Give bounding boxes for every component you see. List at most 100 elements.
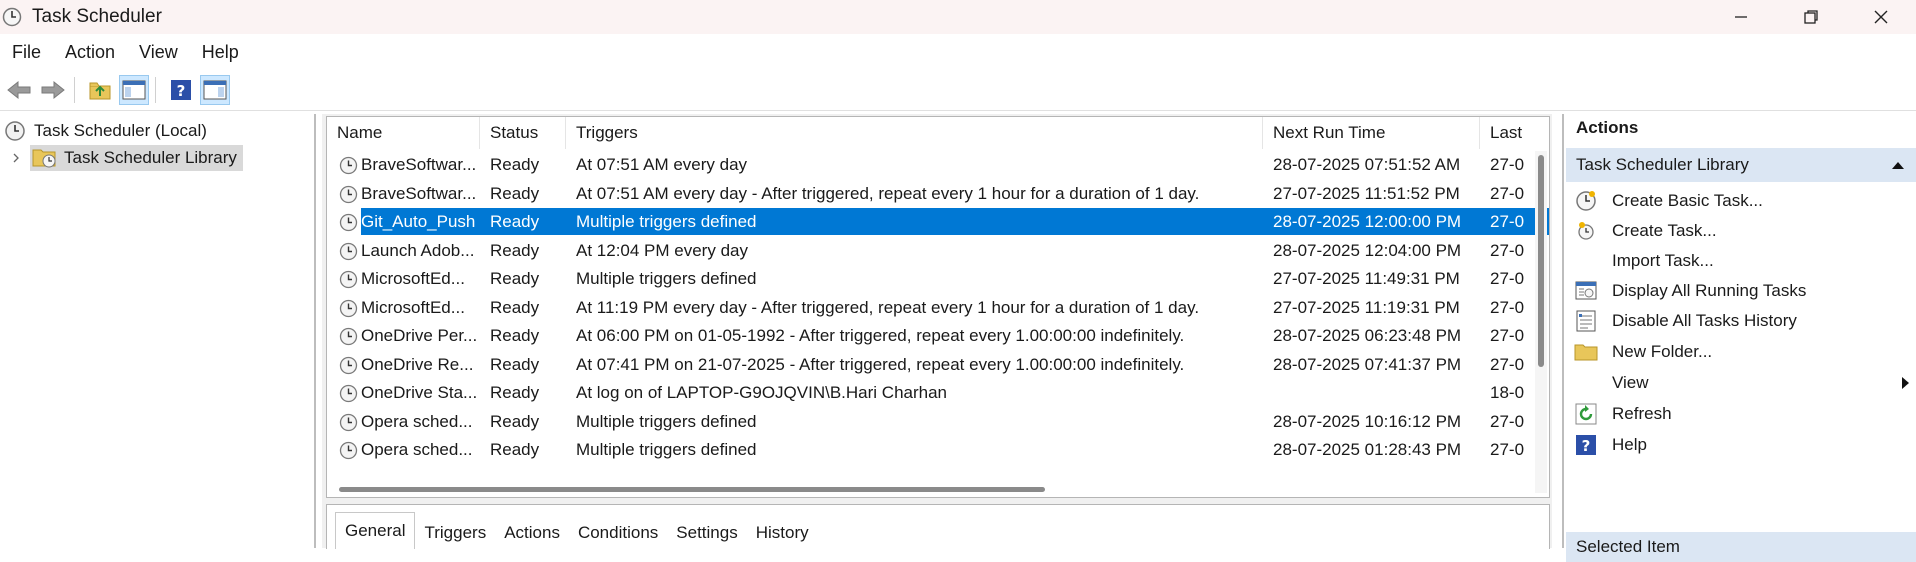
action-display-all-running-tasks[interactable]: Display All Running Tasks: [1574, 276, 1914, 306]
task-row[interactable]: OneDrive Per... Ready At 06:00 PM on 01-05…: [327, 322, 1527, 351]
action-help[interactable]: ? Help: [1574, 430, 1914, 460]
task-triggers-cell: At 06:00 PM on 01-05-1992 - After trigge…: [576, 326, 1185, 345]
actions-pane-title: Actions: [1576, 118, 1639, 137]
minimize-icon: [1735, 16, 1747, 18]
task-name-cell: BraveSoftwar...: [361, 183, 477, 203]
show-hide-action-pane-button[interactable]: [200, 75, 230, 105]
back-button[interactable]: [4, 75, 34, 105]
task-row[interactable]: OneDrive Sta... Ready At log on of LAPTOP-…: [327, 379, 1527, 408]
task-name-cell: Opera sched...: [361, 411, 473, 431]
task-next-run-cell: 28-07-2025 10:16:12 PM: [1273, 411, 1462, 431]
task-row[interactable]: Launch Adob... Ready At 12:04 PM every day…: [327, 237, 1527, 266]
new-folder-icon: [1574, 344, 1598, 361]
vertical-scrollbar[interactable]: [1535, 151, 1547, 493]
task-clock-icon: [339, 270, 358, 289]
task-last-cell: 27-0: [1490, 269, 1525, 288]
help-button[interactable]: ?: [166, 75, 196, 105]
show-hide-console-tree-button[interactable]: [119, 75, 149, 105]
refresh-icon: [1575, 403, 1597, 425]
tree-item-task-scheduler-local[interactable]: Task Scheduler (Local): [4, 118, 207, 144]
minimize-button[interactable]: [1706, 0, 1776, 34]
actions-section-header[interactable]: Task Scheduler Library: [1566, 148, 1916, 182]
actions-pane: Actions Task Scheduler Library Create Ba…: [1562, 114, 1916, 562]
task-row[interactable]: MicrosoftEd... Ready At 11:19 PM every day…: [327, 294, 1527, 323]
column-header-next-run-time[interactable]: Next Run Time: [1263, 117, 1480, 149]
toolbar: ?: [0, 70, 1916, 111]
task-name-cell: OneDrive Re...: [361, 354, 474, 374]
forward-button[interactable]: [38, 75, 68, 105]
task-next-run-cell: 28-07-2025 07:51:52 AM: [1273, 155, 1461, 174]
action-new-folder[interactable]: New Folder...: [1574, 337, 1914, 367]
actions-section-label: Task Scheduler Library: [1576, 155, 1749, 174]
restore-icon: [1804, 10, 1818, 24]
console-tree: Task Scheduler (Local) Task Scheduler Li…: [0, 114, 316, 548]
task-next-run-cell: 27-07-2025 11:49:31 PM: [1273, 269, 1460, 288]
task-triggers-cell: At log on of LAPTOP-G9OJQVIN\B.Hari Char…: [576, 383, 948, 402]
task-next-run-cell: 28-07-2025 07:41:37 PM: [1273, 354, 1462, 374]
menu-help[interactable]: Help: [190, 42, 251, 63]
task-row[interactable]: OneDrive Re... Ready At 07:41 PM on 21-07-…: [327, 351, 1527, 380]
column-header-last-run-time[interactable]: Last: [1480, 117, 1549, 149]
menu-action[interactable]: Action: [53, 42, 127, 63]
task-status-cell: Ready: [490, 297, 540, 317]
tab-history[interactable]: History: [747, 517, 818, 549]
up-folder-button[interactable]: [85, 75, 115, 105]
task-row[interactable]: Git_Auto_Push Ready Multiple triggers defi…: [327, 208, 1549, 237]
task-row[interactable]: BraveSoftwar... Ready At 07:51 AM every da…: [327, 151, 1527, 180]
task-clock-icon: [339, 384, 358, 403]
task-last-cell: 27-0: [1490, 240, 1525, 260]
action-create-task[interactable]: Create Task...: [1574, 216, 1914, 246]
menu-view[interactable]: View: [127, 42, 190, 63]
menu-file[interactable]: File: [0, 42, 53, 63]
vertical-scrollbar-thumb[interactable]: [1538, 155, 1544, 367]
task-last-cell: 27-0: [1490, 440, 1525, 459]
help-icon: ?: [1576, 435, 1596, 455]
task-last-cell: 27-0: [1490, 212, 1525, 231]
task-row[interactable]: Opera sched... Ready Multiple triggers def…: [327, 436, 1527, 465]
chevron-right-icon[interactable]: [10, 152, 22, 164]
horizontal-scrollbar[interactable]: [327, 483, 1527, 495]
task-clock-icon: [339, 327, 358, 346]
action-refresh[interactable]: Refresh: [1574, 399, 1914, 429]
task-triggers-cell: At 12:04 PM every day: [576, 240, 748, 260]
running-tasks-icon: [1575, 281, 1597, 300]
task-rows: BraveSoftwar... Ready At 07:51 AM every da…: [327, 151, 1549, 465]
task-list-panel: Name Status Triggers Next Run Time Last …: [322, 114, 1552, 549]
tab-settings[interactable]: Settings: [667, 517, 746, 549]
action-label: Help: [1612, 435, 1647, 454]
svg-text:?: ?: [177, 82, 186, 100]
task-clock-icon: [339, 413, 358, 431]
action-create-basic-task[interactable]: Create Basic Task...: [1574, 186, 1914, 216]
task-name-cell: Git_Auto_Push: [361, 212, 476, 231]
tab-conditions[interactable]: Conditions: [569, 517, 667, 549]
action-disable-all-tasks-history[interactable]: Disable All Tasks History: [1574, 306, 1914, 336]
close-button[interactable]: [1846, 0, 1916, 34]
tab-actions[interactable]: Actions: [495, 517, 569, 549]
task-row[interactable]: Opera sched... Ready Multiple triggers def…: [327, 408, 1527, 437]
horizontal-scrollbar-thumb[interactable]: [339, 487, 1045, 492]
show-hide-action-pane-icon: [203, 80, 227, 100]
task-clock-icon: [339, 356, 358, 374]
task-last-cell: 27-0: [1490, 183, 1525, 203]
tab-general[interactable]: General: [335, 512, 416, 549]
action-label: Create Basic Task...: [1612, 191, 1763, 210]
clock-icon: [5, 121, 25, 141]
help-icon: ?: [171, 80, 191, 100]
action-label: New Folder...: [1612, 342, 1713, 361]
submenu-arrow-icon: [1902, 377, 1909, 389]
action-view[interactable]: View: [1574, 368, 1914, 398]
column-header-row: Name Status Triggers Next Run Time Last: [327, 117, 1549, 149]
action-import-task[interactable]: Import Task...: [1574, 246, 1914, 276]
tree-item-task-scheduler-library[interactable]: Task Scheduler Library: [10, 145, 243, 171]
task-last-cell: 27-0: [1490, 155, 1525, 174]
collapse-icon[interactable]: [1890, 159, 1906, 171]
task-list: Name Status Triggers Next Run Time Last …: [326, 116, 1550, 498]
column-header-triggers[interactable]: Triggers: [566, 117, 1263, 149]
task-row[interactable]: MicrosoftEd... Ready Multiple triggers def…: [327, 265, 1527, 294]
restore-button[interactable]: [1776, 0, 1846, 34]
column-header-status[interactable]: Status: [480, 117, 566, 149]
column-header-name[interactable]: Name: [327, 117, 480, 149]
selected-item-section-header[interactable]: Selected Item: [1566, 532, 1916, 562]
tab-triggers[interactable]: Triggers: [415, 517, 495, 549]
task-row[interactable]: BraveSoftwar... Ready At 07:51 AM every da…: [327, 180, 1527, 209]
